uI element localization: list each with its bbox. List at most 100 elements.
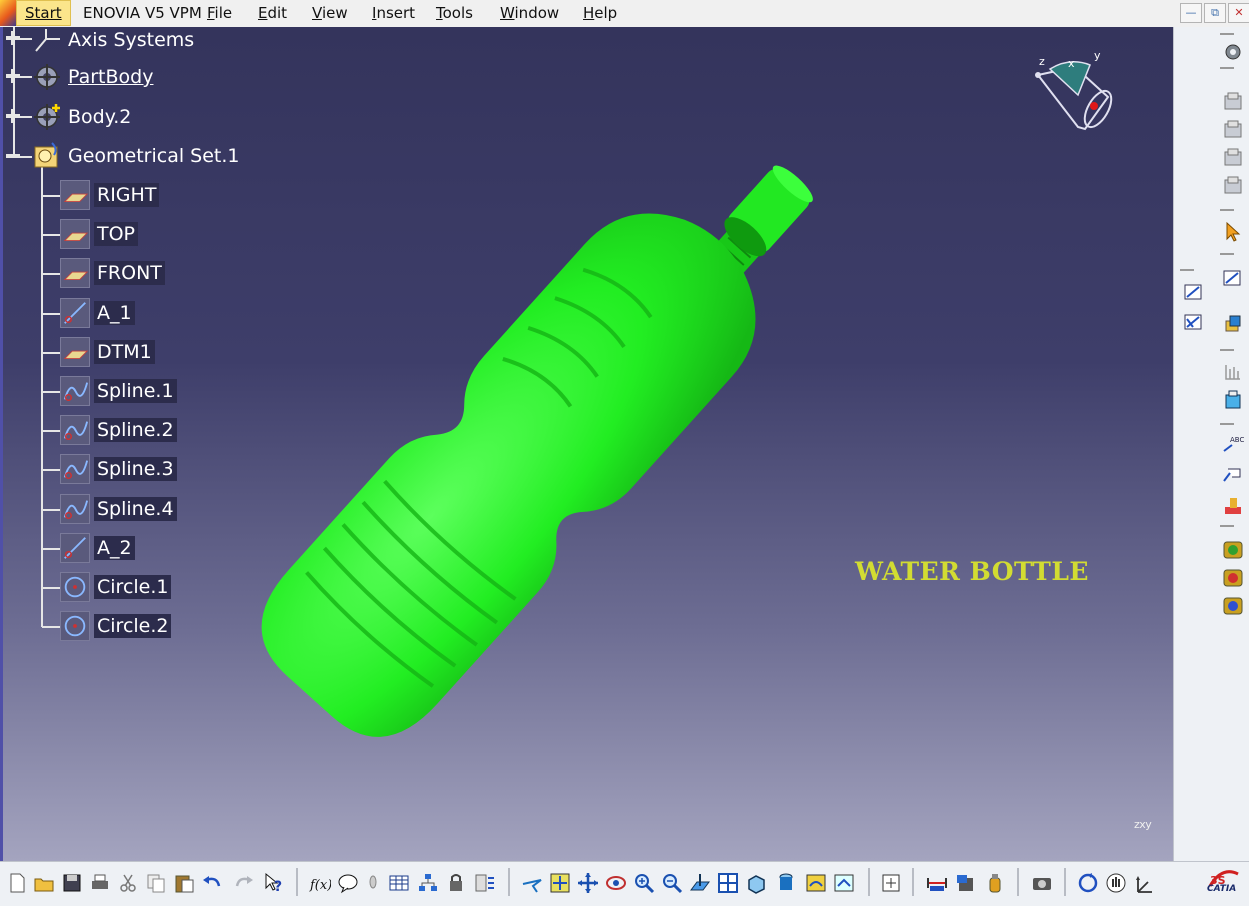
toolbar-separator bbox=[296, 868, 298, 896]
axis-icon[interactable] bbox=[1133, 872, 1155, 894]
apply-material-icon[interactable] bbox=[955, 872, 977, 894]
snapshot-icon[interactable] bbox=[880, 872, 902, 894]
spline-icon bbox=[60, 415, 90, 445]
expand-plus-icon[interactable] bbox=[6, 109, 20, 123]
tree-line bbox=[42, 469, 60, 471]
app-logo-icon[interactable] bbox=[0, 0, 16, 26]
part-design-4-icon[interactable] bbox=[1222, 175, 1244, 197]
3d-viewport[interactable]: z x y z x y Axis Systems PartBody Body.2… bbox=[0, 27, 1173, 861]
menu-edit[interactable]: Edit bbox=[256, 0, 289, 26]
tree-node-top[interactable]: TOP bbox=[60, 219, 139, 249]
menu-start[interactable]: Start bbox=[16, 0, 71, 26]
rotate-icon[interactable] bbox=[605, 872, 627, 894]
material-bottle-icon[interactable] bbox=[984, 872, 1006, 894]
sketch-left-1-icon[interactable] bbox=[1183, 281, 1205, 303]
tree-node-right[interactable]: RIGHT bbox=[60, 180, 160, 210]
shading-icon[interactable] bbox=[775, 872, 797, 894]
hide-show-icon[interactable] bbox=[805, 872, 827, 894]
expand-plus-icon[interactable] bbox=[6, 69, 20, 83]
pan-icon[interactable] bbox=[577, 872, 599, 894]
whats-this-icon[interactable]: ? bbox=[262, 872, 284, 894]
tree-node-geometrical-set-1[interactable]: Geometrical Set.1 bbox=[32, 142, 240, 169]
new-icon[interactable] bbox=[6, 872, 28, 894]
tree-node-spline-2[interactable]: Spline.2 bbox=[60, 415, 177, 445]
expand-plus-icon[interactable] bbox=[6, 31, 20, 45]
undo-icon[interactable] bbox=[201, 872, 223, 894]
sketch-icon[interactable] bbox=[1222, 267, 1244, 289]
tree-node-label: A_2 bbox=[94, 536, 135, 560]
tree-node-front[interactable]: FRONT bbox=[60, 258, 165, 288]
menu-file[interactable]: File bbox=[205, 0, 234, 26]
paste-icon[interactable] bbox=[173, 872, 195, 894]
plane-icon bbox=[60, 337, 90, 367]
redo-icon[interactable] bbox=[233, 872, 255, 894]
refresh-icon[interactable] bbox=[1077, 872, 1099, 894]
tree-node-circle-1[interactable]: Circle.1 bbox=[60, 572, 172, 602]
menu-view[interactable]: View bbox=[310, 0, 350, 26]
bars-icon[interactable] bbox=[474, 872, 496, 894]
fly-icon[interactable] bbox=[521, 872, 543, 894]
lock-icon[interactable] bbox=[446, 872, 468, 894]
body-gear-icon bbox=[34, 104, 60, 130]
print-icon[interactable] bbox=[89, 872, 111, 894]
tree-node-body-2[interactable]: Body.2 bbox=[32, 104, 131, 130]
copy-icon[interactable] bbox=[145, 872, 167, 894]
tree-node-spline-1[interactable]: Spline.1 bbox=[60, 376, 177, 406]
grid-icon[interactable] bbox=[1222, 361, 1244, 383]
light-icon[interactable] bbox=[364, 872, 386, 894]
menu-window[interactable]: Window bbox=[498, 0, 561, 26]
sketcher-icon[interactable] bbox=[1222, 41, 1244, 63]
tree-node-dtm1[interactable]: DTM1 bbox=[60, 337, 155, 367]
tree-node-partbody[interactable]: PartBody bbox=[32, 64, 153, 90]
cut-icon[interactable] bbox=[117, 872, 139, 894]
tree-node-axis-systems[interactable]: Axis Systems bbox=[32, 27, 194, 53]
tree-node-circle-2[interactable]: Circle.2 bbox=[60, 611, 172, 641]
measure-icon[interactable] bbox=[926, 872, 948, 894]
toolbar-separator bbox=[1064, 868, 1066, 896]
analysis-1-icon[interactable] bbox=[1222, 539, 1244, 561]
tree-node-a-2[interactable]: A_2 bbox=[60, 533, 135, 563]
fit-all-icon[interactable] bbox=[549, 872, 571, 894]
select-arrow-icon[interactable] bbox=[1222, 221, 1244, 243]
part-design-1-icon[interactable] bbox=[1222, 91, 1244, 113]
box-icon[interactable] bbox=[1222, 389, 1244, 411]
zoom-out-icon[interactable] bbox=[661, 872, 683, 894]
normal-view-icon[interactable] bbox=[689, 872, 711, 894]
pad-icon[interactable] bbox=[1222, 313, 1244, 335]
iso-view-icon[interactable] bbox=[745, 872, 767, 894]
multi-view-icon[interactable] bbox=[717, 872, 739, 894]
tree-node-a-1[interactable]: A_1 bbox=[60, 298, 135, 328]
collapse-minus-icon[interactable] bbox=[6, 149, 20, 163]
part-design-3-icon[interactable] bbox=[1222, 147, 1244, 169]
camera-icon[interactable] bbox=[1031, 872, 1053, 894]
close-icon[interactable]: ✕ bbox=[1228, 3, 1249, 23]
menu-insert[interactable]: Insert bbox=[370, 0, 417, 26]
analysis-2-icon[interactable] bbox=[1222, 567, 1244, 589]
restore-icon[interactable]: ⧉ bbox=[1204, 3, 1226, 23]
hand-icon[interactable] bbox=[1105, 872, 1127, 894]
minimize-icon[interactable]: — bbox=[1180, 3, 1202, 23]
save-icon[interactable] bbox=[61, 872, 83, 894]
open-icon[interactable] bbox=[33, 872, 55, 894]
menu-enovia[interactable]: ENOVIA V5 VPM bbox=[81, 0, 204, 26]
tree-line bbox=[42, 548, 60, 550]
tree-node-spline-4[interactable]: Spline.4 bbox=[60, 494, 177, 524]
table-icon[interactable] bbox=[388, 872, 410, 894]
sketch-left-2-icon[interactable] bbox=[1183, 311, 1205, 333]
spline-icon bbox=[60, 376, 90, 406]
comment-icon[interactable] bbox=[337, 872, 359, 894]
tree-node-label: PartBody bbox=[68, 66, 154, 88]
toolbar-separator bbox=[1220, 209, 1234, 211]
menu-tools[interactable]: Tools bbox=[434, 0, 475, 26]
zoom-in-icon[interactable] bbox=[633, 872, 655, 894]
menu-help[interactable]: Help bbox=[581, 0, 619, 26]
swap-icon[interactable] bbox=[833, 872, 855, 894]
formula-icon[interactable]: f(x) bbox=[309, 872, 331, 894]
tree-icon[interactable] bbox=[417, 872, 439, 894]
abc-annotation-icon[interactable]: ABC bbox=[1222, 433, 1244, 455]
paint-icon[interactable] bbox=[1222, 495, 1244, 517]
tree-node-spline-3[interactable]: Spline.3 bbox=[60, 454, 177, 484]
flag-icon[interactable] bbox=[1222, 463, 1244, 485]
part-design-2-icon[interactable] bbox=[1222, 119, 1244, 141]
analysis-3-icon[interactable] bbox=[1222, 595, 1244, 617]
